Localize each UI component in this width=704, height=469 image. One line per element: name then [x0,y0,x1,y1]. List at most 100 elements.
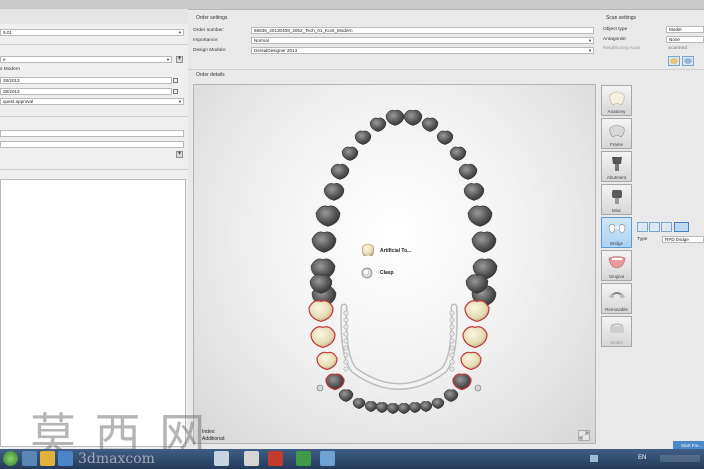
bridge-option-2-button[interactable] [649,222,660,232]
text-field-2[interactable] [0,141,184,148]
clasp-marker[interactable] [474,384,482,392]
lower-tooth[interactable] [431,398,445,409]
lower-tooth[interactable] [408,402,422,413]
category-model[interactable]: Model [601,316,632,347]
lower-tooth[interactable] [462,326,488,349]
lower-tooth[interactable] [452,373,472,391]
status-select[interactable]: quest approval ▼ [0,98,184,105]
calendar-icon[interactable] [173,78,178,83]
calendar-icon[interactable] [173,89,178,94]
lower-tooth[interactable] [325,373,345,391]
scan-option-2-button[interactable] [682,56,694,66]
upper-tooth[interactable] [436,130,454,145]
view-toggle-button[interactable] [578,430,590,441]
upper-tooth[interactable] [385,109,405,126]
lower-tooth[interactable] [460,351,482,371]
artificial-tooth-legend-label: Artificial To... [380,248,412,254]
tooth-chart-viewport[interactable]: Artificial To... Clasp Index: Additional… [193,84,596,444]
lower-tooth[interactable] [375,402,389,413]
upper-tooth[interactable] [323,183,345,201]
text-field-1[interactable] [0,130,184,137]
design-module-value: DentalDesigner 2013 [254,48,298,53]
upper-tooth[interactable] [369,117,387,132]
left-panel-header [0,9,188,24]
category-abutment[interactable]: Abutment [601,151,632,182]
scan-option-1-button[interactable] [668,56,680,66]
category-anatomy[interactable]: Anatomy [601,85,632,116]
customer-select[interactable]: e ▼ [0,56,172,63]
bridge-option-3-button[interactable] [661,222,672,232]
folder-icon[interactable] [40,451,55,466]
tray-icon[interactable] [590,455,598,462]
upper-tooth[interactable] [449,146,467,161]
start-orb-icon[interactable] [3,451,18,466]
category-frame[interactable]: Frame [601,118,632,149]
antagonist-select[interactable]: None [666,36,704,43]
language-indicator[interactable]: EN [638,455,646,461]
upper-tooth[interactable] [354,130,372,145]
upper-tooth[interactable] [315,205,341,227]
lower-tooth[interactable] [338,389,354,402]
divider [0,169,188,170]
type-select[interactable]: RPD bridge [662,236,704,243]
object-type-select[interactable]: Model [666,26,704,33]
design-module-select[interactable]: DentalDesigner 2013 ▼ [251,47,594,54]
lower-tooth[interactable] [397,403,411,414]
clasp-marker[interactable] [316,384,324,392]
connector-bead [343,338,349,344]
lower-tooth[interactable] [364,401,378,412]
divider [0,116,188,117]
taskbar-app-icon[interactable] [268,451,283,466]
date-field-1[interactable]: 28/2013 [0,77,172,84]
upper-tooth[interactable] [330,163,350,180]
chevron-down-icon: ▼ [178,99,182,104]
connector-bead [449,366,455,372]
order-number-input[interactable]: 66636_20130408_2052_Tech_01_Kunt_Modern [251,27,594,34]
date-field-2[interactable]: 28/2013 [0,88,172,95]
upper-tooth[interactable] [463,183,485,201]
importance-select[interactable]: Normal ▼ [251,37,594,44]
clasp-legend-label: Clasp [380,270,394,276]
taskbar-app-icon[interactable] [244,451,259,466]
lower-tooth[interactable] [386,403,400,414]
lower-tooth[interactable] [352,398,366,409]
connector-bead [449,352,455,358]
object-type-label: Object type [603,27,628,32]
order-id-field[interactable]: 9.01 ▼ [0,29,184,36]
upper-tooth[interactable] [341,146,359,161]
lower-tooth[interactable] [308,300,334,323]
lower-tooth[interactable] [419,401,433,412]
taskbar-app-icon[interactable] [214,451,229,466]
add-customer-button[interactable]: + [176,56,183,63]
order-details-title: Order details [196,72,225,78]
connector-bead [343,366,349,372]
taskbar-app-icon[interactable] [320,451,335,466]
upper-tooth[interactable] [471,231,497,253]
category-bridge[interactable]: Bridge [601,217,632,248]
category-label: Abutment [606,175,627,180]
add-item-button[interactable]: + [176,151,183,158]
category-removable[interactable]: Removable [601,283,632,314]
upper-tooth[interactable] [467,205,493,227]
bridge-option-1-button[interactable] [637,222,648,232]
lower-tooth[interactable] [464,300,490,323]
upper-tooth[interactable] [458,163,478,180]
lower-tooth[interactable] [310,326,336,349]
date-value-1: 28/2013 [3,78,20,83]
category-misc[interactable]: Misc [601,184,632,215]
neighbor-scan-value: Scanned [668,46,687,51]
antagonist-label: Antagonist [603,37,626,42]
lower-tooth[interactable] [443,389,459,402]
upper-tooth[interactable] [311,231,337,253]
upper-tooth[interactable] [403,109,423,126]
bridge-option-4-button[interactable] [674,222,689,232]
category-gingiva[interactable]: Gingiva [601,250,632,281]
tooth-chart[interactable] [194,85,597,445]
taskbar-app-icon[interactable] [58,451,73,466]
taskbar-app-icon[interactable] [296,451,311,466]
removable-icon [609,292,625,298]
category-label: Anatomy [607,109,626,114]
taskbar-app-icon[interactable] [22,451,37,466]
upper-tooth[interactable] [421,117,439,132]
lower-tooth[interactable] [316,351,338,371]
